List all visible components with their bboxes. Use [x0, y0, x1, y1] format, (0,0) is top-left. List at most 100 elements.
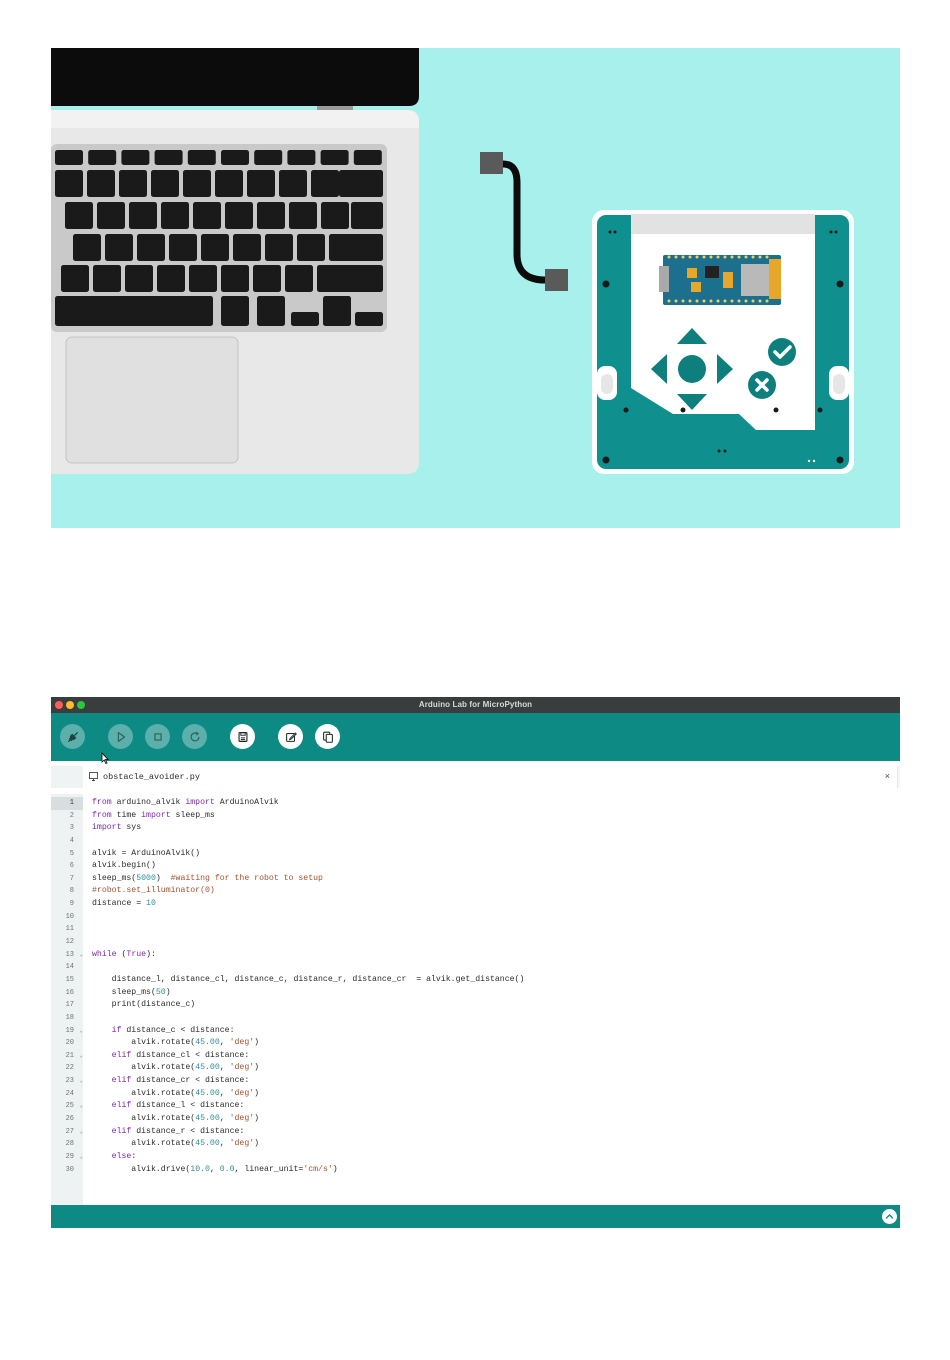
- line-number: 10: [51, 911, 83, 924]
- code-line[interactable]: [92, 923, 524, 936]
- line-number-label: 28: [65, 1140, 74, 1149]
- file-icon: [89, 772, 98, 781]
- line-numbers: 1 2 3 4 5 6 7 8 9 10 11 12 13 ⌄ 14 15 16 17 18 19 ⌄ 20 21 ⌄ 22 23…: [51, 797, 83, 1176]
- code-line[interactable]: distance = 10: [92, 898, 524, 911]
- line-number: 8: [51, 885, 83, 898]
- line-number: 1: [51, 797, 83, 810]
- code-line[interactable]: elif distance_r < distance:: [92, 1126, 524, 1139]
- line-number: 3: [51, 822, 83, 835]
- line-number-label: 16: [65, 988, 74, 997]
- code-editor[interactable]: 1 2 3 4 5 6 7 8 9 10 11 12 13 ⌄ 14 15 16 17 18 19 ⌄ 20 21 ⌄ 22 23…: [51, 794, 900, 1205]
- line-number-label: 2: [69, 811, 74, 820]
- fold-chevron-icon[interactable]: ⌄: [79, 1075, 83, 1088]
- line-number-label: 22: [65, 1064, 74, 1073]
- line-number-label: 24: [65, 1089, 74, 1098]
- reset-button[interactable]: [182, 724, 207, 749]
- line-number-gutter: 1 2 3 4 5 6 7 8 9 10 11 12 13 ⌄ 14 15 16 17 18 19 ⌄ 20 21 ⌄ 22 23…: [51, 794, 83, 1205]
- edit-button[interactable]: [278, 724, 303, 749]
- files-button[interactable]: [315, 724, 340, 749]
- fold-chevron-icon[interactable]: ⌄: [79, 949, 83, 962]
- line-number: 7: [51, 873, 83, 886]
- code-line[interactable]: [92, 961, 524, 974]
- line-number-label: 21: [65, 1051, 74, 1060]
- line-number: 4: [51, 835, 83, 848]
- code-line[interactable]: [92, 1012, 524, 1025]
- line-number-label: 25: [65, 1102, 74, 1111]
- line-number-label: 6: [69, 862, 74, 871]
- code-line[interactable]: #robot.set_illuminator(0): [92, 885, 524, 898]
- line-number-label: 27: [65, 1127, 74, 1136]
- line-number: 18: [51, 1012, 83, 1025]
- laptop-robot-illustration: [51, 48, 854, 474]
- stop-icon: [153, 732, 162, 741]
- code-line[interactable]: alvik.rotate(45.00, 'deg'): [92, 1088, 524, 1101]
- code-line[interactable]: elif distance_l < distance:: [92, 1100, 524, 1113]
- code-line[interactable]: alvik.begin(): [92, 860, 524, 873]
- code-line[interactable]: if distance_c < distance:: [92, 1025, 524, 1038]
- code-line[interactable]: [92, 936, 524, 949]
- code-line[interactable]: import sys: [92, 822, 524, 835]
- line-number: 21 ⌄: [51, 1050, 83, 1063]
- tab-bar: obstacle_avoider.py ×: [51, 766, 900, 788]
- code-line[interactable]: alvik.rotate(45.00, 'deg'): [92, 1138, 524, 1151]
- line-number-label: 7: [69, 874, 74, 883]
- save-icon: [237, 731, 248, 742]
- refresh-icon: [190, 731, 200, 741]
- fold-chevron-icon[interactable]: ⌄: [79, 1050, 83, 1063]
- code-line[interactable]: sleep_ms(50): [92, 987, 524, 1000]
- line-number-label: 3: [69, 824, 74, 833]
- tab-close-button[interactable]: ×: [885, 771, 890, 781]
- code-line[interactable]: elif distance_cr < distance:: [92, 1075, 524, 1088]
- code-line[interactable]: print(distance_c): [92, 999, 524, 1012]
- code-line[interactable]: else:: [92, 1151, 524, 1164]
- stop-button[interactable]: [145, 724, 170, 749]
- line-number: 13 ⌄: [51, 949, 83, 962]
- line-number: 27 ⌄: [51, 1126, 83, 1139]
- code-line[interactable]: while (True):: [92, 949, 524, 962]
- fold-chevron-icon[interactable]: ⌄: [79, 1025, 83, 1038]
- code-line[interactable]: distance_l, distance_cl, distance_c, dis…: [92, 974, 525, 987]
- plug-icon: [67, 731, 78, 742]
- line-number-label: 11: [65, 925, 74, 934]
- tab-obstacle-avoider[interactable]: obstacle_avoider.py ×: [83, 766, 898, 788]
- code-line[interactable]: alvik.rotate(45.00, 'deg'): [92, 1113, 524, 1126]
- line-number-label: 20: [65, 1039, 74, 1048]
- connect-button[interactable]: [60, 724, 85, 749]
- code-line[interactable]: alvik.rotate(45.00, 'deg'): [92, 1062, 524, 1075]
- chevron-up-icon: [885, 1214, 894, 1219]
- files-icon: [322, 731, 333, 743]
- code-line[interactable]: alvik = ArduinoAlvik(): [92, 848, 524, 861]
- line-number-label: 10: [65, 912, 74, 921]
- code-line[interactable]: alvik.rotate(45.00, 'deg'): [92, 1037, 524, 1050]
- code-line[interactable]: [92, 911, 524, 924]
- line-number-label: 12: [65, 938, 74, 947]
- code-line[interactable]: sleep_ms(5000) #waiting for the robot to…: [92, 873, 524, 886]
- line-number: 6: [51, 860, 83, 873]
- line-number-label: 5: [69, 849, 74, 858]
- toolbar: [51, 713, 900, 761]
- line-number: 22: [51, 1062, 83, 1075]
- line-number: 2: [51, 810, 83, 823]
- run-button[interactable]: [108, 724, 133, 749]
- line-number: 11: [51, 923, 83, 936]
- line-number-label: 9: [69, 900, 74, 909]
- line-number: 25 ⌄: [51, 1100, 83, 1113]
- fold-chevron-icon[interactable]: ⌄: [79, 1126, 83, 1139]
- line-number-label: 23: [65, 1077, 74, 1086]
- play-icon: [117, 731, 125, 742]
- line-number: 17: [51, 999, 83, 1012]
- line-number-label: 19: [65, 1026, 74, 1035]
- fold-chevron-icon[interactable]: ⌄: [79, 1151, 83, 1164]
- line-number: 9: [51, 898, 83, 911]
- code-line[interactable]: [92, 835, 524, 848]
- line-number: 24: [51, 1088, 83, 1101]
- line-number-label: 18: [65, 1013, 74, 1022]
- panel-toggle-button[interactable]: [882, 1209, 897, 1224]
- code-line[interactable]: from arduino_alvik import ArduinoAlvik: [92, 797, 524, 810]
- code-line[interactable]: alvik.drive(10.0, 0.0, linear_unit='cm/s…: [92, 1164, 524, 1177]
- code-content[interactable]: from arduino_alvik import ArduinoAlvik fr…: [92, 797, 524, 1176]
- code-line[interactable]: from time import sleep_ms: [92, 810, 524, 823]
- fold-chevron-icon[interactable]: ⌄: [79, 1100, 83, 1113]
- save-button[interactable]: [230, 724, 255, 749]
- code-line[interactable]: elif distance_cl < distance:: [92, 1050, 524, 1063]
